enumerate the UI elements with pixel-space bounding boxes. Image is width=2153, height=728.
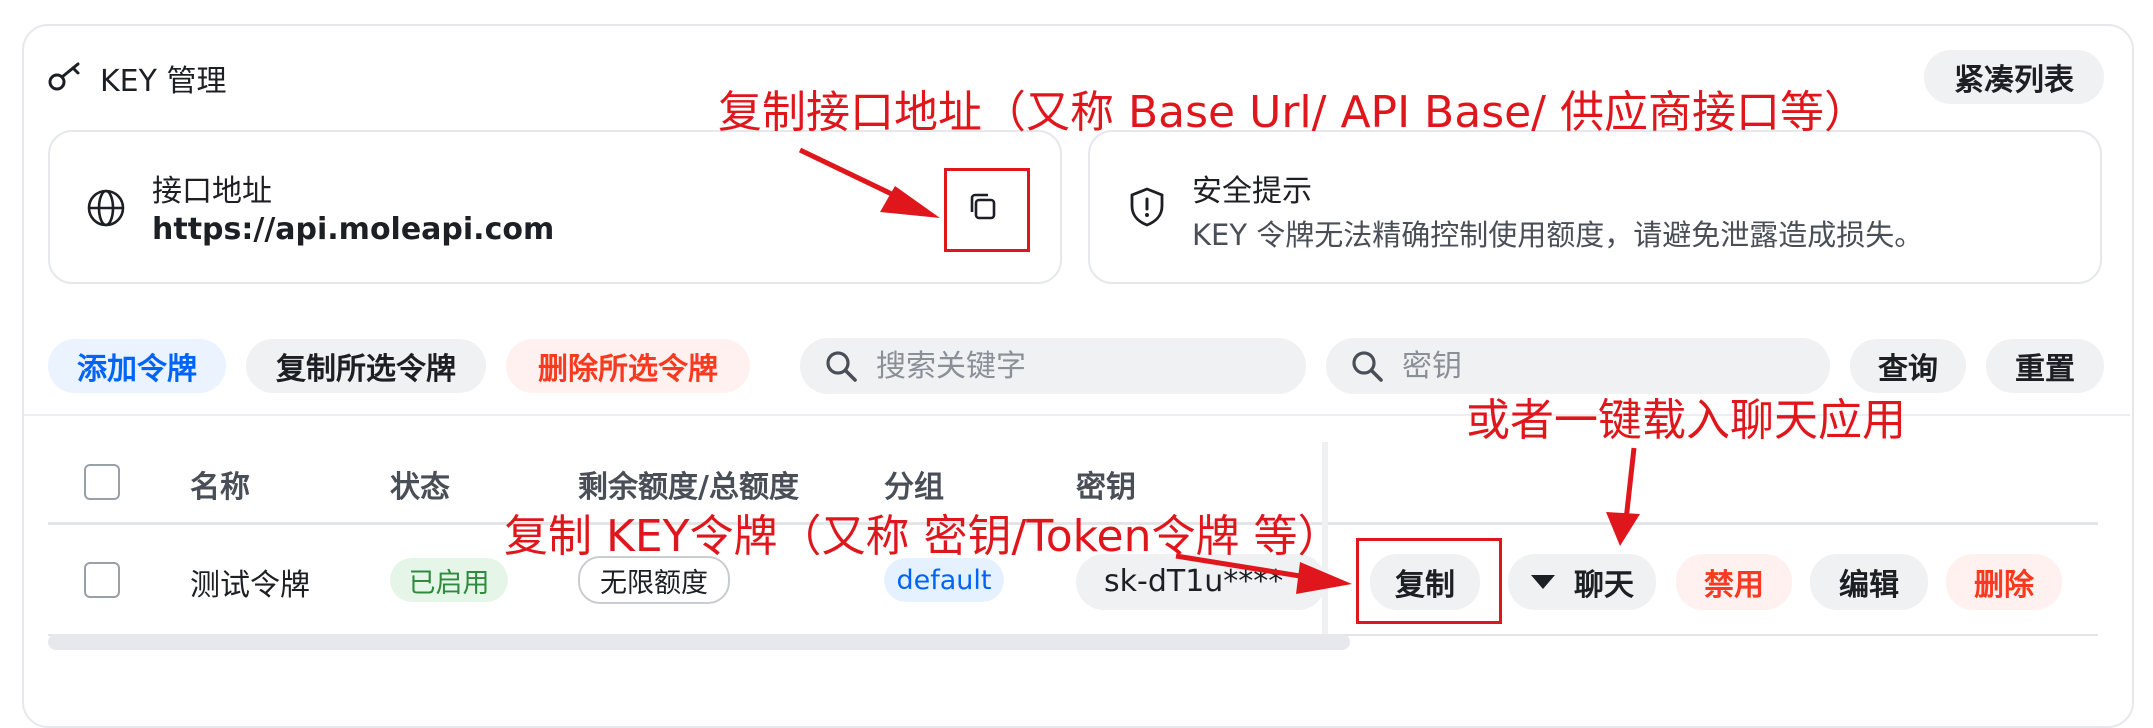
status-badge: 已启用: [390, 558, 508, 602]
disable-button[interactable]: 禁用: [1676, 554, 1792, 610]
token-key-value: sk-dT1u****: [1104, 564, 1284, 599]
copy-url-highlight: [944, 168, 1030, 252]
search-icon: [1352, 351, 1383, 382]
keyword-search[interactable]: [800, 338, 1306, 394]
annotation-chat: 或者一键载入聊天应用: [1466, 395, 1906, 446]
compact-list-button[interactable]: 紧凑列表: [1924, 50, 2104, 104]
chat-button-label: 聊天: [1574, 568, 1634, 603]
key-search-input[interactable]: [1400, 347, 1830, 385]
add-token-button[interactable]: 添加令牌: [48, 339, 226, 393]
annotation-copy-key: 复制 KEY令牌（又称 密钥/Token令牌 等）: [504, 511, 1342, 562]
token-name: 测试令牌: [190, 568, 310, 603]
security-tip-text: KEY 令牌无法精确控制使用额度，请避免泄露造成损失。: [1192, 218, 1924, 252]
key-icon: [48, 62, 80, 91]
horizontal-scrollbar[interactable]: [48, 634, 1350, 650]
row-checkbox[interactable]: [84, 562, 120, 598]
copy-selected-tokens-button[interactable]: 复制所选令牌: [246, 339, 486, 393]
globe-icon: [87, 189, 125, 227]
caret-down-icon: [1531, 575, 1555, 589]
delete-button[interactable]: 删除: [1946, 554, 2062, 610]
api-address-label: 接口地址: [152, 174, 272, 209]
page-title: KEY 管理: [100, 64, 227, 99]
column-header-status: 状态: [390, 470, 450, 505]
search-icon: [826, 351, 857, 382]
copy-key-highlight: [1356, 538, 1502, 624]
keyword-search-input[interactable]: [874, 347, 1306, 385]
shield-icon: [1130, 187, 1164, 227]
group-badge: default: [884, 558, 1004, 602]
select-all-checkbox[interactable]: [84, 464, 120, 500]
column-header-name: 名称: [190, 470, 250, 505]
reset-button[interactable]: 重置: [1986, 339, 2104, 393]
edit-button[interactable]: 编辑: [1810, 554, 1928, 610]
api-address-url: https://api.moleapi.com: [152, 212, 555, 247]
delete-selected-tokens-button[interactable]: 删除所选令牌: [506, 339, 750, 393]
annotation-copy-url: 复制接口地址（又称 Base Url/ API Base/ 供应商接口等）: [718, 87, 1868, 138]
security-tip-title: 安全提示: [1192, 174, 1312, 209]
chat-button[interactable]: 聊天: [1508, 554, 1656, 610]
